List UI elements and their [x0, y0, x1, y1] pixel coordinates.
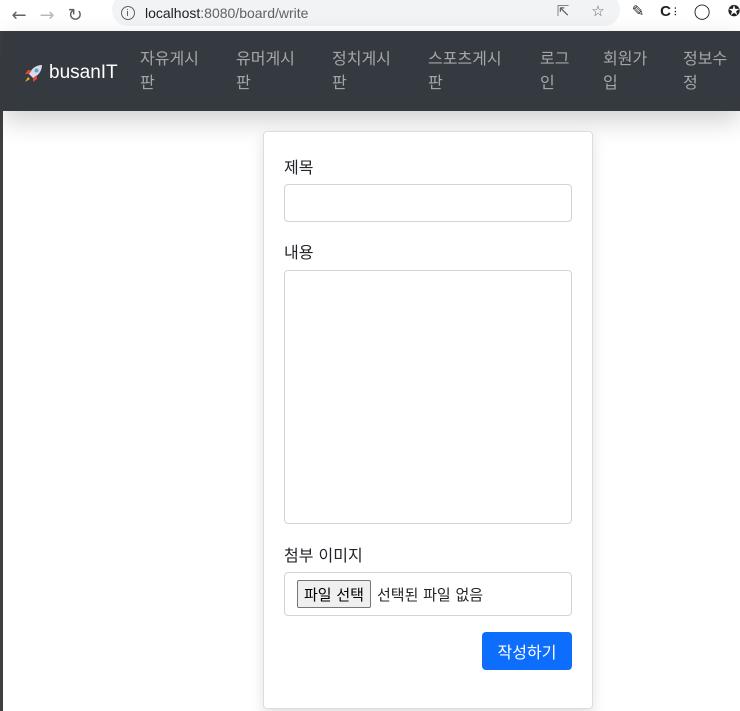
nav-edit-profile-line2: 정: [683, 73, 698, 92]
nav-login-line2: 인: [540, 73, 555, 92]
browser-toolbar: ← → ↻ localhost:8080/board/write ⇱ ☆ ✎ C…: [0, 0, 740, 31]
rocket-icon: [25, 65, 42, 82]
address-url[interactable]: localhost:8080/board/write: [145, 5, 308, 21]
eyedropper-extension-icon[interactable]: ✎: [626, 0, 650, 22]
nav-free-board-line1: 자유게시: [140, 49, 199, 68]
nav-login-line1: 로그: [540, 49, 570, 68]
nav-sports-board[interactable]: 스포츠게시판: [428, 47, 502, 95]
image-label: 첨부 이미지: [284, 546, 363, 565]
content-textarea[interactable]: [284, 270, 572, 524]
app-navbar: busanIT 자유게시판 유머게시판 정치게시판 스포츠게시판 로그인 회원가…: [3, 31, 740, 111]
nav-signup[interactable]: 회원가입: [603, 47, 647, 95]
brand-link[interactable]: busanIT: [22, 61, 118, 85]
nav-sports-board-line1: 스포츠게시: [428, 49, 502, 68]
url-host: localhost: [145, 5, 201, 21]
site-info-icon[interactable]: [121, 6, 135, 20]
content-label: 내용: [284, 243, 314, 262]
extension-circle-icon[interactable]: ◯: [690, 0, 714, 22]
extensions-puzzle-icon[interactable]: ✪: [722, 0, 740, 22]
choose-file-button[interactable]: 파일 선택: [297, 580, 371, 608]
address-bar[interactable]: localhost:8080/board/write ⇱ ☆: [112, 0, 620, 26]
write-form-card: 제목 내용 첨부 이미지 파일 선택 선택된 파일 없음 작성하기: [263, 131, 593, 709]
nav-signup-line1: 회원가: [603, 49, 648, 68]
nav-politics-board[interactable]: 정치게시판: [332, 47, 391, 95]
nav-edit-profile[interactable]: 정보수정: [683, 47, 727, 95]
nav-signup-line2: 입: [603, 73, 618, 92]
nav-edit-profile-line1: 정보수: [683, 49, 728, 68]
extension-c-icon[interactable]: C ⋮: [658, 0, 682, 22]
nav-free-board[interactable]: 자유게시판: [140, 47, 199, 95]
title-label: 제목: [284, 158, 314, 177]
window-edge: [0, 31, 3, 711]
url-path: :8080/board/write: [200, 5, 309, 21]
title-input[interactable]: [284, 184, 572, 222]
nav-humor-board[interactable]: 유머게시판: [236, 47, 295, 95]
nav-login[interactable]: 로그인: [540, 47, 569, 95]
forward-icon[interactable]: →: [33, 2, 61, 30]
nav-humor-board-line1: 유머게시: [236, 49, 295, 68]
nav-politics-board-line2: 판: [332, 73, 347, 92]
image-file-input[interactable]: 파일 선택 선택된 파일 없음: [284, 572, 572, 616]
submit-button[interactable]: 작성하기: [482, 632, 572, 670]
nav-free-board-line2: 판: [140, 73, 155, 92]
reload-icon[interactable]: ↻: [61, 2, 89, 30]
brand-name: busanIT: [49, 62, 118, 83]
nav-humor-board-line2: 판: [236, 73, 251, 92]
nav-sports-board-line2: 판: [428, 73, 443, 92]
nav-politics-board-line1: 정치게시: [332, 49, 391, 68]
bookmark-star-icon[interactable]: ☆: [587, 0, 609, 22]
share-icon[interactable]: ⇱: [552, 0, 574, 22]
back-icon[interactable]: ←: [5, 2, 33, 30]
file-status-text: 선택된 파일 없음: [376, 585, 484, 604]
